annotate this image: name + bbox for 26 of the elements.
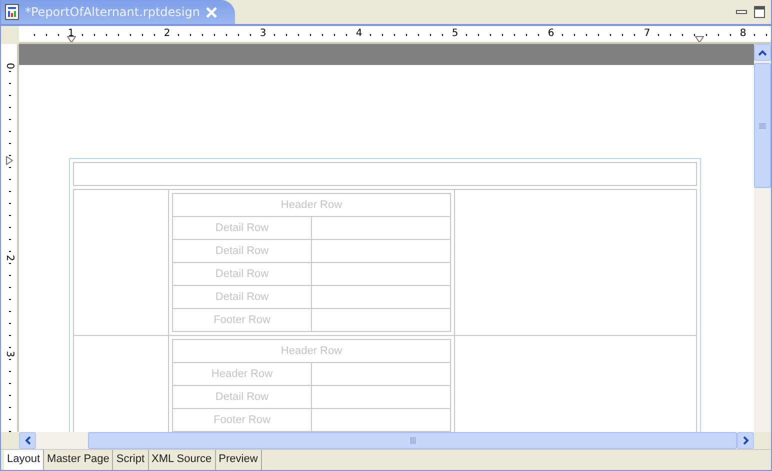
table-header-row[interactable]: Header Row xyxy=(173,194,450,216)
table-row-cell[interactable]: Detail Row xyxy=(173,386,312,408)
margin-marker-icon[interactable] xyxy=(695,36,704,42)
grip-icon xyxy=(759,122,766,128)
table-row-cell[interactable]: Footer Row xyxy=(173,309,312,331)
scroll-left-button[interactable] xyxy=(19,432,36,449)
table-row-cell[interactable]: Detail Row xyxy=(173,217,312,239)
margin-marker-icon[interactable] xyxy=(67,36,76,42)
editor-page-tab[interactable]: Layout xyxy=(4,450,44,470)
margin-marker-icon[interactable] xyxy=(6,156,12,165)
table-row-cell[interactable]: Header Row xyxy=(173,363,312,385)
grip-icon xyxy=(410,437,416,444)
table-header-row[interactable]: Header Row xyxy=(173,340,450,362)
editor-tab[interactable]: *PeportOfAlternant.rptdesign xyxy=(1,0,235,24)
table-row-cell[interactable]: Detail Row xyxy=(173,263,312,285)
editor-page-tab[interactable]: Preview xyxy=(216,450,262,470)
table-row-cell[interactable]: Detail Row xyxy=(173,240,312,262)
scroll-right-button[interactable] xyxy=(737,432,754,449)
close-icon[interactable] xyxy=(206,6,217,18)
table-row-cell[interactable]: Detail Row xyxy=(173,286,312,308)
scroll-up-button[interactable] xyxy=(754,44,771,61)
report-file-icon xyxy=(5,4,19,20)
editor-page-tab[interactable]: XML Source xyxy=(148,450,216,470)
maximize-icon[interactable] xyxy=(753,5,767,19)
table-row-cell[interactable]: Footer Row xyxy=(173,409,312,431)
editor-tab-title: *PeportOfAlternant.rptdesign xyxy=(25,5,200,19)
